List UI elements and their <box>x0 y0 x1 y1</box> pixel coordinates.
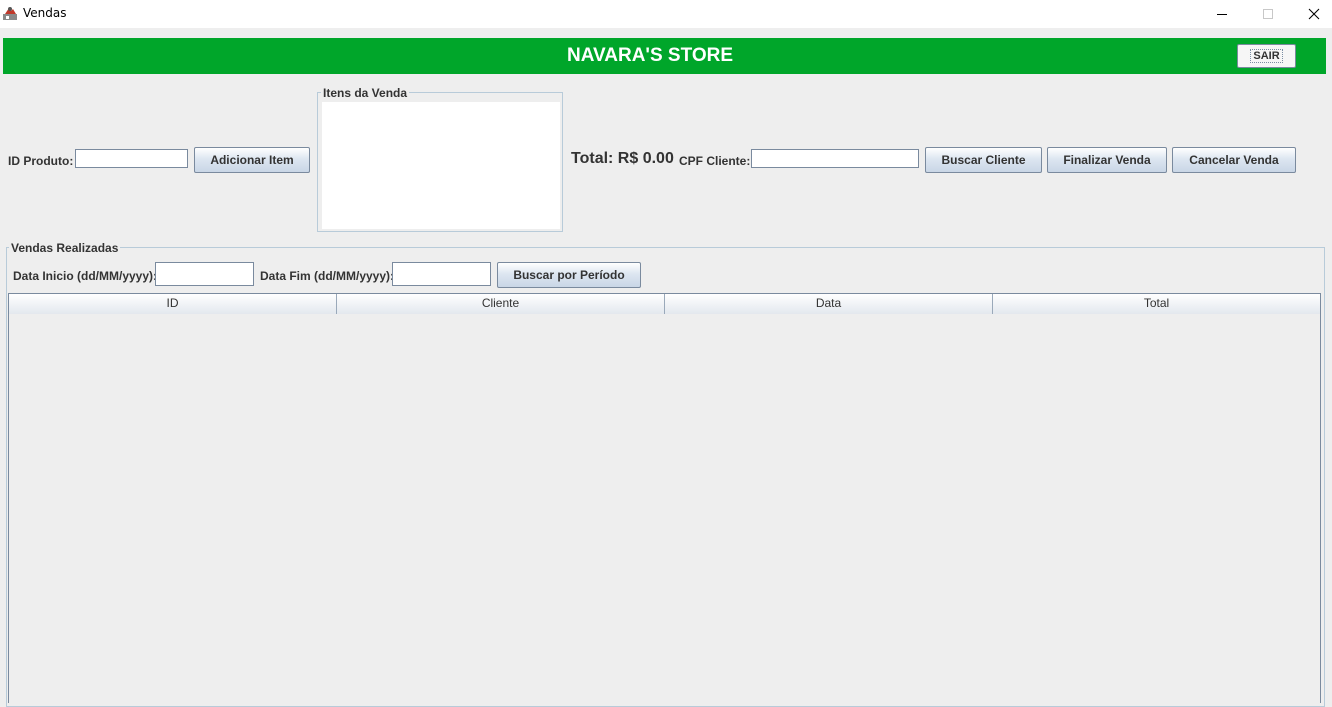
maximize-icon <box>1263 9 1273 19</box>
close-icon <box>1308 8 1320 20</box>
sales-table[interactable]: ID Cliente Data Total <box>8 293 1321 703</box>
column-header-data[interactable]: Data <box>665 294 993 314</box>
maximize-button[interactable] <box>1245 0 1291 28</box>
product-id-input[interactable] <box>75 149 188 168</box>
cpf-input[interactable] <box>751 149 919 168</box>
exit-button[interactable]: SAIR <box>1237 44 1296 68</box>
end-date-label: Data Fim (dd/MM/yyyy): <box>260 269 395 283</box>
sale-items-list[interactable] <box>322 102 560 229</box>
search-client-button[interactable]: Buscar Cliente <box>925 147 1042 173</box>
sale-items-title: Itens da Venda <box>321 86 410 100</box>
sales-history-title: Vendas Realizadas <box>9 241 121 255</box>
store-banner: NAVARA'S STORE <box>3 38 1326 74</box>
end-date-input[interactable] <box>392 262 491 286</box>
sale-items-panel <box>317 92 563 232</box>
cpf-label: CPF Cliente: <box>679 154 751 168</box>
sales-table-header: ID Cliente Data Total <box>9 294 1320 314</box>
product-id-label: ID Produto: <box>8 154 74 168</box>
java-app-icon <box>3 7 17 20</box>
close-button[interactable] <box>1291 0 1332 28</box>
cancel-sale-button[interactable]: Cancelar Venda <box>1172 147 1296 173</box>
minimize-icon <box>1217 14 1227 15</box>
finish-sale-button[interactable]: Finalizar Venda <box>1047 147 1167 173</box>
store-title: NAVARA'S STORE <box>566 45 734 66</box>
column-header-id[interactable]: ID <box>9 294 337 314</box>
add-item-button[interactable]: Adicionar Item <box>194 147 310 173</box>
minimize-button[interactable] <box>1199 0 1245 28</box>
column-header-cliente[interactable]: Cliente <box>337 294 665 314</box>
search-period-button[interactable]: Buscar por Período <box>497 262 641 288</box>
column-header-total[interactable]: Total <box>993 294 1320 314</box>
start-date-input[interactable] <box>155 262 254 286</box>
window-titlebar: Vendas <box>0 0 1332 28</box>
sale-total: Total: R$ 0.00 <box>571 150 674 167</box>
start-date-label: Data Inicio (dd/MM/yyyy): <box>13 269 158 283</box>
exit-button-label: SAIR <box>1250 49 1283 63</box>
window-title: Vendas <box>23 6 67 20</box>
